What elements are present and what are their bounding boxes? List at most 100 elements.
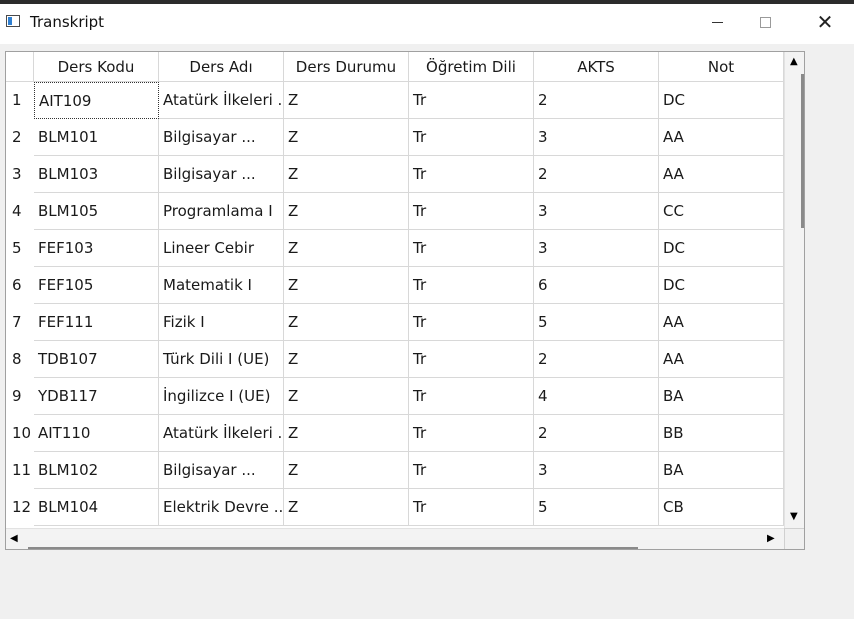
cell-ders-durumu[interactable]: Z [284, 193, 409, 230]
cell-ogretim-dili[interactable]: Tr [409, 267, 534, 304]
row-header[interactable]: 1 [6, 82, 34, 119]
cell-ders-adi[interactable]: Elektrik Devre ... [159, 489, 284, 526]
cell-ogretim-dili[interactable]: Tr [409, 82, 534, 119]
cell-ders-kodu[interactable]: FEF103 [34, 230, 159, 267]
row-header[interactable]: 9 [6, 378, 34, 415]
cell-ogretim-dili[interactable]: Tr [409, 341, 534, 378]
cell-not[interactable]: AA [659, 304, 784, 341]
cell-ders-durumu[interactable]: Z [284, 415, 409, 452]
cell-akts[interactable]: 3 [534, 452, 659, 489]
cell-ogretim-dili[interactable]: Tr [409, 304, 534, 341]
cell-not[interactable]: DC [659, 82, 784, 119]
cell-not[interactable]: AA [659, 119, 784, 156]
cell-not[interactable]: CB [659, 489, 784, 526]
column-header-not[interactable]: Not [659, 52, 784, 82]
title-bar[interactable]: Transkript ✕ [0, 0, 854, 44]
horizontal-scroll-thumb[interactable] [28, 547, 638, 549]
column-header-ders-adi[interactable]: Ders Adı [159, 52, 284, 82]
column-header-ders-kodu[interactable]: Ders Kodu [34, 52, 159, 82]
cell-not[interactable]: DC [659, 230, 784, 267]
cell-ders-kodu[interactable]: AIT110 [34, 415, 159, 452]
cell-ogretim-dili[interactable]: Tr [409, 119, 534, 156]
row-header[interactable]: 6 [6, 267, 34, 304]
cell-ders-kodu[interactable]: BLM101 [34, 119, 159, 156]
cell-ders-kodu[interactable]: FEF111 [34, 304, 159, 341]
cell-akts[interactable]: 2 [534, 82, 659, 119]
cell-ders-durumu[interactable]: Z [284, 378, 409, 415]
cell-ders-adi[interactable]: Türk Dili I (UE) [159, 341, 284, 378]
row-header[interactable]: 8 [6, 341, 34, 378]
cell-not[interactable]: DC [659, 267, 784, 304]
cell-akts[interactable]: 5 [534, 304, 659, 341]
transcript-table[interactable]: Ders Kodu Ders Adı Ders Durumu Öğretim Dili… [5, 51, 805, 550]
cell-akts[interactable]: 2 [534, 156, 659, 193]
cell-ders-durumu[interactable]: Z [284, 230, 409, 267]
cell-akts[interactable]: 6 [534, 267, 659, 304]
row-header[interactable]: 7 [6, 304, 34, 341]
row-header[interactable]: 11 [6, 452, 34, 489]
cell-ogretim-dili[interactable]: Tr [409, 156, 534, 193]
maximize-button[interactable] [742, 4, 788, 40]
cell-not[interactable]: BB [659, 415, 784, 452]
cell-akts[interactable]: 3 [534, 230, 659, 267]
column-header-ogretim-dili[interactable]: Öğretim Dili [409, 52, 534, 82]
cell-ders-adi[interactable]: Bilgisayar ... [159, 156, 284, 193]
cell-not[interactable]: AA [659, 341, 784, 378]
cell-ders-durumu[interactable]: Z [284, 452, 409, 489]
scroll-up-arrow-icon[interactable]: ▲ [790, 57, 798, 67]
row-header[interactable]: 12 [6, 489, 34, 526]
cell-akts[interactable]: 4 [534, 378, 659, 415]
vertical-scroll-thumb[interactable] [801, 74, 804, 228]
cell-ders-durumu[interactable]: Z [284, 156, 409, 193]
row-header[interactable]: 5 [6, 230, 34, 267]
cell-ders-kodu[interactable]: BLM103 [34, 156, 159, 193]
row-header[interactable]: 10 [6, 415, 34, 452]
cell-ders-durumu[interactable]: Z [284, 489, 409, 526]
cell-ders-adi[interactable]: Bilgisayar ... [159, 119, 284, 156]
cell-ders-kodu[interactable]: FEF105 [34, 267, 159, 304]
cell-not[interactable]: AA [659, 156, 784, 193]
scroll-right-arrow-icon[interactable]: ▶ [767, 534, 775, 544]
cell-ders-adi[interactable]: İngilizce I (UE) [159, 378, 284, 415]
cell-ogretim-dili[interactable]: Tr [409, 452, 534, 489]
cell-ders-durumu[interactable]: Z [284, 82, 409, 119]
cell-akts[interactable]: 3 [534, 119, 659, 156]
column-header-akts[interactable]: AKTS [534, 52, 659, 82]
cell-ders-kodu[interactable]: BLM104 [34, 489, 159, 526]
cell-ders-durumu[interactable]: Z [284, 119, 409, 156]
vertical-scrollbar[interactable]: ▲ ▼ [784, 52, 804, 528]
cell-ogretim-dili[interactable]: Tr [409, 193, 534, 230]
cell-ogretim-dili[interactable]: Tr [409, 230, 534, 267]
cell-ders-kodu[interactable]: TDB107 [34, 341, 159, 378]
cell-ders-kodu[interactable]: BLM105 [34, 193, 159, 230]
scroll-left-arrow-icon[interactable]: ◀ [10, 534, 18, 544]
cell-ders-durumu[interactable]: Z [284, 341, 409, 378]
cell-ders-durumu[interactable]: Z [284, 267, 409, 304]
close-button[interactable]: ✕ [802, 4, 848, 40]
cell-ogretim-dili[interactable]: Tr [409, 378, 534, 415]
cell-akts[interactable]: 3 [534, 193, 659, 230]
row-header[interactable]: 3 [6, 156, 34, 193]
cell-not[interactable]: BA [659, 452, 784, 489]
cell-ogretim-dili[interactable]: Tr [409, 415, 534, 452]
cell-ders-adi[interactable]: Atatürk İlkeleri ... [159, 82, 284, 119]
minimize-button[interactable] [694, 4, 740, 40]
cell-ders-adi[interactable]: Bilgisayar ... [159, 452, 284, 489]
cell-not[interactable]: CC [659, 193, 784, 230]
column-header-ders-durumu[interactable]: Ders Durumu [284, 52, 409, 82]
cell-akts[interactable]: 2 [534, 415, 659, 452]
scroll-down-arrow-icon[interactable]: ▼ [790, 512, 798, 522]
cell-ders-adi[interactable]: Fizik I [159, 304, 284, 341]
cell-ders-adi[interactable]: Programlama I [159, 193, 284, 230]
cell-akts[interactable]: 2 [534, 341, 659, 378]
cell-akts[interactable]: 5 [534, 489, 659, 526]
cell-not[interactable]: BA [659, 378, 784, 415]
cell-ders-kodu[interactable]: YDB117 [34, 378, 159, 415]
cell-ders-kodu[interactable]: AIT109 [34, 82, 159, 119]
cell-ogretim-dili[interactable]: Tr [409, 489, 534, 526]
cell-ders-durumu[interactable]: Z [284, 304, 409, 341]
horizontal-scrollbar[interactable]: ◀ ▶ [6, 528, 784, 549]
cell-ders-adi[interactable]: Atatürk İlkeleri ... [159, 415, 284, 452]
cell-ders-adi[interactable]: Lineer Cebir [159, 230, 284, 267]
row-header[interactable]: 4 [6, 193, 34, 230]
